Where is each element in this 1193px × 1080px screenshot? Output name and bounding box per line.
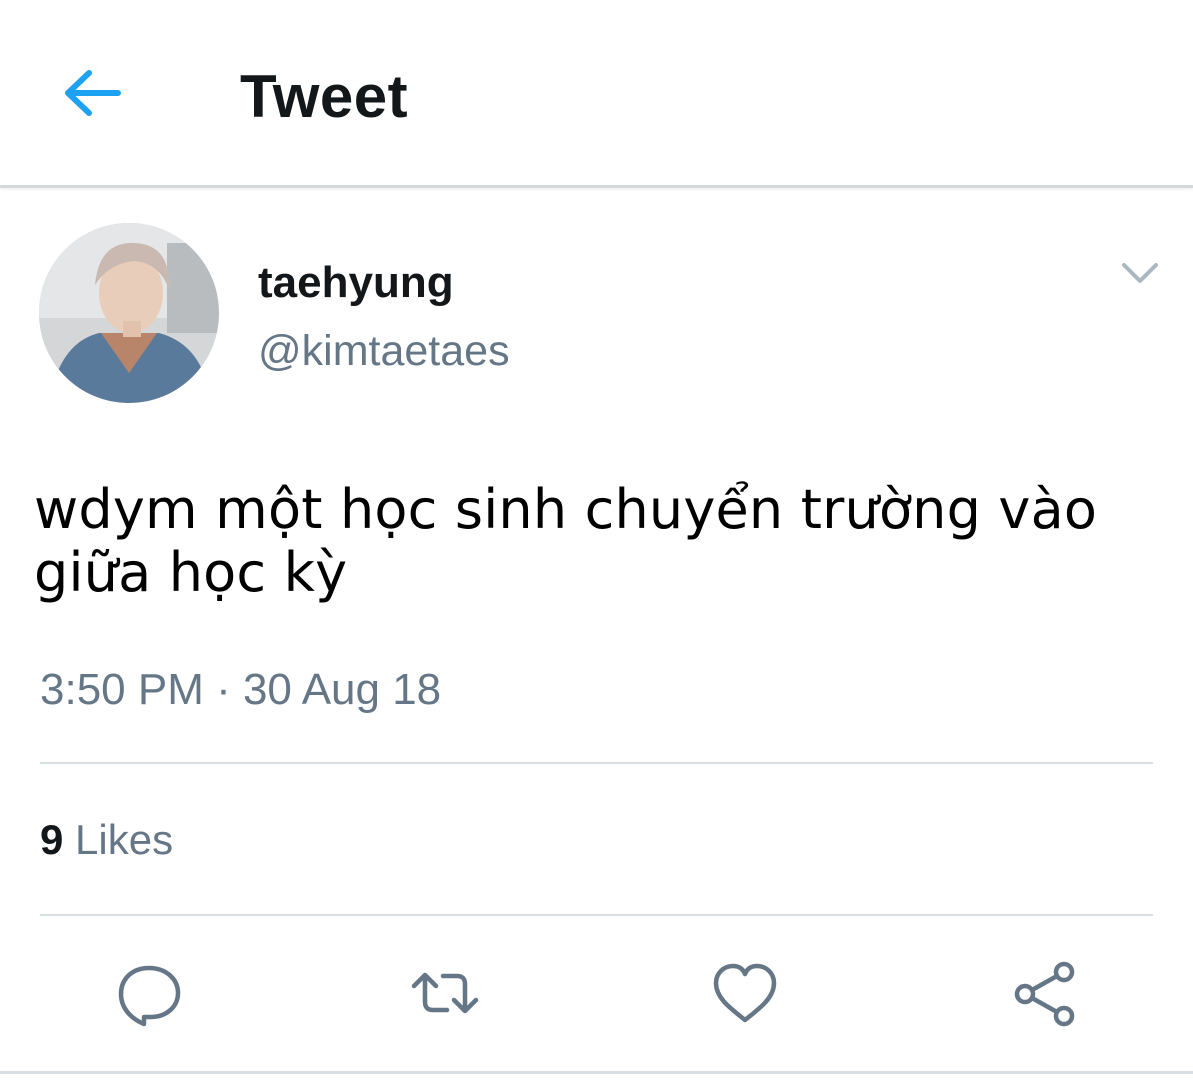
- page-title: Tweet: [240, 63, 409, 130]
- share-icon: [1014, 961, 1075, 1027]
- author-handle[interactable]: @kimtaetaes: [258, 326, 510, 376]
- author-display-name[interactable]: taehyung: [258, 258, 454, 308]
- heart-icon: [713, 963, 777, 1023]
- divider: [0, 1071, 1193, 1074]
- likes-count[interactable]: 9 Likes: [40, 814, 173, 866]
- speech-bubble-icon: [118, 965, 181, 1027]
- divider: [40, 762, 1153, 764]
- retweet-button[interactable]: [410, 958, 480, 1028]
- reply-button[interactable]: [114, 958, 184, 1028]
- divider: [40, 914, 1153, 916]
- tweet-menu-button[interactable]: [1118, 255, 1162, 291]
- tweet-text: wdym một học sinh chuyển trường vào giữa…: [34, 478, 1098, 604]
- likes-number: 9: [40, 816, 64, 863]
- top-bar: Tweet: [0, 0, 1193, 188]
- share-button[interactable]: [1010, 958, 1080, 1028]
- user-avatar: [39, 223, 219, 403]
- tweet-timestamp[interactable]: 3:50 PM · 30 Aug 18: [40, 664, 441, 716]
- like-button[interactable]: [710, 958, 780, 1028]
- back-button[interactable]: [58, 62, 128, 124]
- likes-label: Likes: [63, 816, 174, 863]
- chevron-down-icon: [1122, 263, 1158, 283]
- avatar[interactable]: [39, 223, 219, 403]
- arrow-left-icon: [65, 70, 121, 116]
- retweet-icon: [411, 972, 479, 1014]
